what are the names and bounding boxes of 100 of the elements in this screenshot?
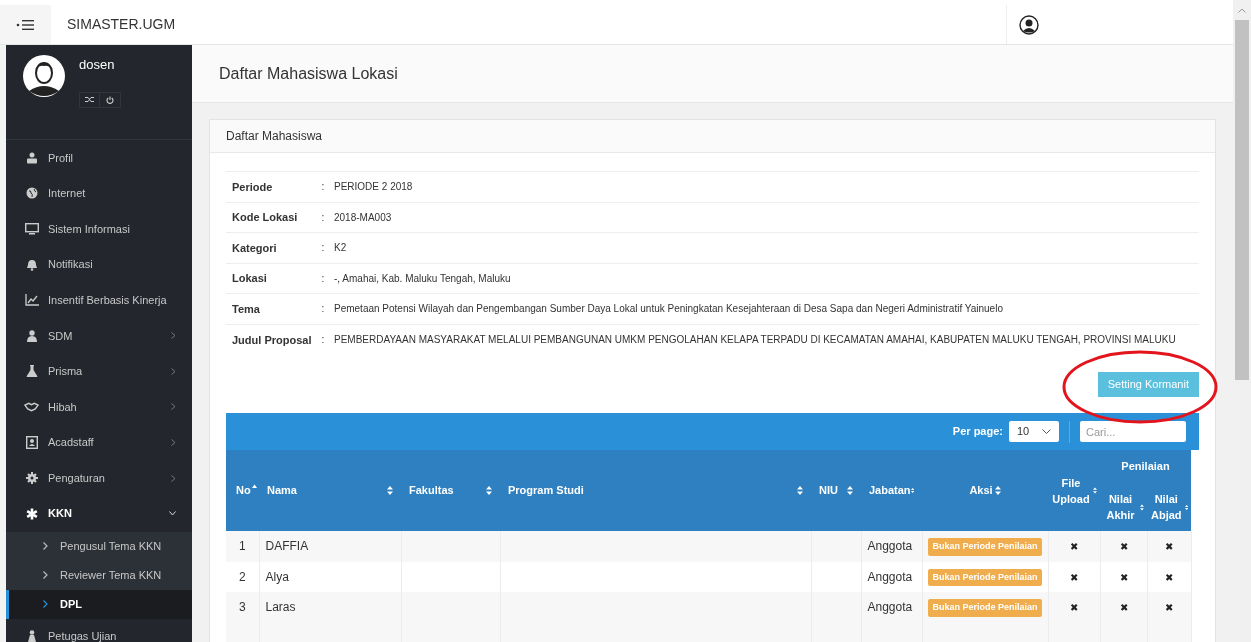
cross-mark: ✖ [1070, 571, 1078, 583]
column-header[interactable]: Fakultas [409, 482, 454, 499]
contact-card-icon [25, 436, 38, 450]
cross-mark: ✖ [1119, 571, 1128, 583]
column-header[interactable]: Aksi [969, 482, 993, 499]
chevron-down-icon [1042, 429, 1051, 434]
table-cell: 3 [238, 600, 246, 615]
colon-separator: : [320, 180, 326, 195]
sidebar-item[interactable]: Hibah [6, 389, 192, 425]
chevron-right-icon [171, 367, 176, 375]
sidebar-item[interactable]: Insentif Berbasis Kinerja [6, 282, 192, 318]
cross-mark: ✖ [1165, 602, 1173, 613]
colon-separator: : [320, 210, 326, 225]
column-header[interactable]: NIU [819, 482, 838, 499]
chevron-right-icon [171, 439, 176, 447]
detail-value: -, Amahai, Kab. Maluku Tengah, Maluku [334, 271, 511, 286]
sidebar-item[interactable]: Pengaturan [6, 460, 192, 496]
detail-value: PERIODE 2 2018 [334, 180, 413, 195]
column-header[interactable]: File Upload [1051, 474, 1091, 507]
user-avatar-button[interactable] [1019, 14, 1039, 35]
settings-icon [25, 472, 38, 485]
table-cell: Anggota [867, 600, 913, 615]
search-field[interactable]: Cari... [1080, 421, 1186, 442]
column-header[interactable]: Program Studi [508, 482, 584, 499]
cross-mark: ✖ [1070, 602, 1078, 613]
sidebar-item[interactable]: Internet [6, 175, 192, 212]
detail-value: Pemetaan Potensi Wilayah dan Pengembangan Sumber Daya Lokal untuk Peningkatan Kesejahteraan di Desa Sapa dan Negeri Administratif Yainuelo [334, 302, 1003, 317]
table-cell: Laras [265, 600, 296, 615]
chevron-right-icon [171, 474, 176, 482]
sidebar-item[interactable]: Petugas Ujian [6, 618, 192, 642]
column-header[interactable]: Nilai Abjad [1150, 491, 1183, 523]
shuffle-icon [85, 96, 94, 103]
scrollbar[interactable] [1233, 0, 1251, 642]
table-cell: Anggota [867, 539, 913, 554]
cross-mark: ✖ [1119, 541, 1128, 552]
menu-toggle-button[interactable] [0, 5, 51, 44]
chevron-right-icon [43, 600, 48, 609]
chevron-right-icon [171, 403, 176, 411]
detail-label: Kategori [232, 240, 278, 256]
person-icon [25, 329, 38, 342]
sidebar-item[interactable]: Acadstaff [6, 424, 192, 461]
sidebar-item[interactable]: Profil [6, 140, 192, 176]
status-badge: Bukan Periode Penilaian [928, 538, 1042, 556]
globe-icon [25, 187, 38, 200]
power-icon [106, 95, 114, 104]
colon-separator: : [320, 241, 326, 256]
colon-separator: : [320, 302, 326, 317]
sidebar-item[interactable]: SDM [6, 317, 192, 354]
scroll-up-icon [1238, 7, 1246, 13]
sidebar-item[interactable]: Prisma [6, 353, 192, 390]
colon-separator: : [320, 333, 326, 348]
sidebar-item[interactable]: Sistem Informasi [6, 211, 192, 247]
detail-label: Kode Lokasi [232, 210, 299, 225]
sidebar-item[interactable]: Notifikasi [6, 246, 192, 283]
detail-label: Judul Proposal [232, 332, 312, 348]
asterisk-icon [25, 507, 38, 520]
avatar-icon [1019, 14, 1039, 35]
user-name: dosen [79, 56, 116, 74]
line-chart-icon [24, 294, 39, 307]
detail-label: Periode [232, 179, 274, 195]
bell-icon [25, 258, 38, 271]
table-cell: DAFFIA [265, 539, 309, 554]
sidebar-item[interactable]: KKN [6, 495, 192, 532]
page-title: Daftar Mahasiswa Lokasi [219, 63, 398, 84]
chevron-right-icon [171, 332, 176, 340]
person-icon [25, 630, 38, 642]
status-badge: Bukan Periode Penilaian [928, 599, 1042, 617]
submenu-item[interactable]: Reviewer Tema KKN [6, 560, 192, 590]
detail-label: Tema [232, 301, 261, 317]
cross-mark: ✖ [1070, 541, 1078, 552]
card-title: Daftar Mahasiswa [226, 128, 323, 145]
chevron-right-icon [43, 571, 48, 580]
detail-value: PEMBERDAYAAN MASYARAKAT MELALUI PEMBANGUNAN UMKM PENGOLAHAN KELAPA TERPADU DI KECAMATAN AMAHAI, KABUPATEN MALUKU TENGAH, PROVINSI MALUKU [334, 333, 1176, 348]
column-header[interactable]: Jabatan [869, 482, 911, 499]
detail-value: K2 [334, 241, 347, 256]
cross-mark: ✖ [1165, 571, 1173, 583]
chevron-down-icon [169, 511, 176, 517]
submenu-item[interactable]: Pengusul Tema KKN [6, 531, 192, 561]
flask-icon [25, 365, 38, 378]
column-group-header: Penilaian [1121, 460, 1170, 473]
column-header[interactable]: No [236, 482, 257, 499]
column-header[interactable]: Nilai Akhir [1103, 491, 1139, 523]
monitor-icon [24, 223, 39, 235]
table-cell: 2 [238, 569, 246, 584]
table-cell: Alya [265, 569, 289, 584]
column-header[interactable]: Nama [267, 482, 297, 499]
per-page-label: Per page: [952, 424, 1003, 440]
table-cell: Anggota [867, 569, 913, 584]
per-page-select[interactable]: 10 [1009, 421, 1059, 442]
cross-mark: ✖ [1165, 541, 1173, 552]
user-avatar-icon [23, 55, 65, 97]
table-cell: 1 [238, 539, 246, 554]
detail-value: 2018-MA003 [334, 210, 392, 225]
brand-title: SIMASTER.UGM [66, 15, 177, 34]
detail-label: Lokasi [232, 271, 268, 286]
user-icon [25, 151, 38, 164]
submenu-item[interactable]: DPL [6, 589, 192, 619]
status-badge: Bukan Periode Penilaian [928, 568, 1042, 586]
chevron-right-icon [43, 542, 48, 551]
colon-separator: : [320, 271, 326, 286]
